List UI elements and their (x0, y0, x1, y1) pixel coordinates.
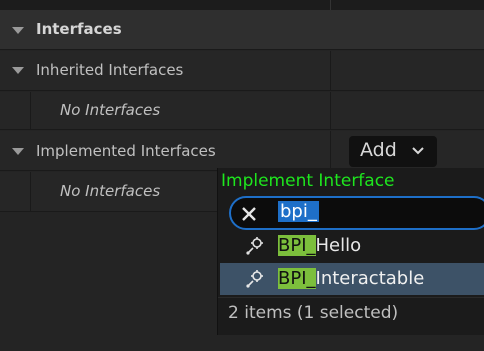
item-label: BPI_Interactable (278, 268, 424, 289)
implemented-empty-text: No Interfaces (60, 182, 161, 200)
implemented-interfaces-row[interactable]: Implemented Interfaces Add (0, 131, 484, 171)
item-label-rest: Interactable (315, 268, 425, 289)
column-divider-top (330, 0, 331, 10)
indent-guide (30, 92, 31, 130)
inherited-interfaces-label: Inherited Interfaces (36, 61, 184, 79)
column-divider (330, 92, 331, 130)
column-divider (330, 131, 331, 171)
section-title: Interfaces (36, 20, 122, 38)
inherited-empty-row: No Interfaces (0, 92, 484, 130)
column-divider (330, 51, 331, 91)
clear-search-icon[interactable] (240, 205, 258, 223)
chevron-down-icon (412, 147, 424, 155)
collapse-arrow-icon (12, 27, 24, 34)
add-button-label: Add (360, 139, 397, 161)
inherited-interfaces-row[interactable]: Inherited Interfaces (0, 51, 484, 91)
search-box[interactable]: bpi_ (229, 196, 484, 230)
top-strip (0, 0, 484, 10)
search-input[interactable]: bpi_ (278, 201, 319, 222)
item-match-highlight: BPI_ (278, 235, 316, 256)
item-match-highlight: BPI_ (278, 268, 316, 289)
interfaces-section-header[interactable]: Interfaces (0, 10, 484, 50)
popup-title: Implement Interface (221, 171, 395, 191)
item-label: BPI_Hello (278, 235, 361, 256)
popup-status-text: 2 items (1 selected) (228, 303, 399, 323)
implement-interface-popup: Implement Interface bpi_ BPI_Hello BPI_I… (217, 168, 484, 335)
interface-icon (246, 237, 263, 255)
collapse-arrow-icon (12, 148, 24, 155)
inherited-empty-text: No Interfaces (60, 101, 161, 119)
interface-icon (246, 270, 263, 288)
add-interface-button[interactable]: Add (349, 136, 437, 167)
item-label-rest: Hello (315, 235, 362, 256)
list-divider (218, 297, 484, 298)
collapse-arrow-icon (12, 67, 24, 74)
implemented-interfaces-label: Implemented Interfaces (36, 142, 216, 160)
indent-guide (30, 172, 31, 212)
interface-item-bpi-interactable[interactable]: BPI_Interactable (220, 263, 484, 295)
interface-item-bpi-hello[interactable]: BPI_Hello (220, 230, 484, 262)
